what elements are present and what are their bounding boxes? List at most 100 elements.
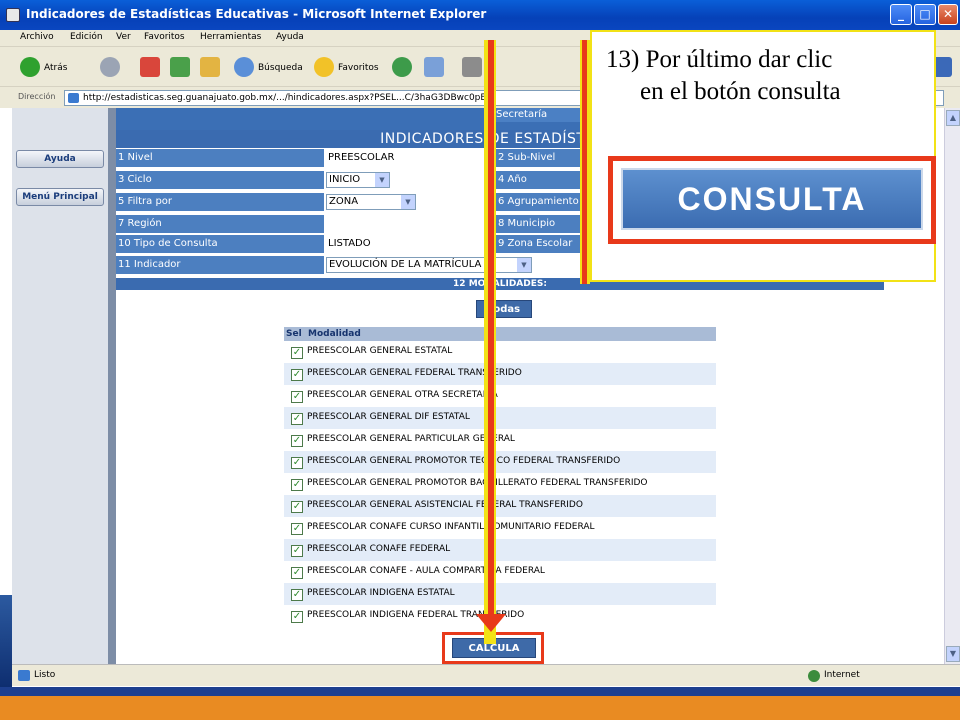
- menu-herramientas[interactable]: Herramientas: [200, 32, 261, 42]
- search-icon[interactable]: [234, 57, 254, 77]
- municipio-label: 8 Municipio: [494, 215, 584, 233]
- modalidades-table-header: Sel Modalidad: [284, 327, 716, 341]
- table-row: ✓ PREESCOLAR GENERAL PROMOTOR BACHILLERAT…: [284, 473, 716, 495]
- secretaria-label: Secretaría: [492, 108, 582, 122]
- menu-ayuda[interactable]: Ayuda: [276, 32, 304, 42]
- favorites-label[interactable]: Favoritos: [338, 63, 379, 73]
- slide-decoration: [0, 595, 12, 687]
- modalidad-name: PREESCOLAR GENERAL ESTATAL: [307, 346, 453, 356]
- checkbox[interactable]: ✓: [291, 435, 303, 447]
- modalidad-name: PREESCOLAR GENERAL ASISTENCIAL FEDERAL T…: [307, 500, 583, 510]
- ie-page-icon: [6, 8, 20, 22]
- table-row: ✓ PREESCOLAR CONAFE FEDERAL: [284, 539, 716, 561]
- checkbox[interactable]: ✓: [291, 589, 303, 601]
- close-button[interactable]: ✕: [938, 4, 958, 25]
- history-icon[interactable]: [392, 57, 412, 77]
- window-title: Indicadores de Estadísticas Educativas -…: [26, 7, 487, 21]
- nivel-value: PREESCOLAR: [326, 149, 492, 167]
- maximize-button[interactable]: □: [914, 4, 936, 25]
- scroll-down-arrow-icon[interactable]: ▼: [946, 646, 960, 662]
- address-label: Dirección: [18, 92, 56, 101]
- left-nav: Ayuda Menú Principal: [12, 108, 108, 664]
- back-label[interactable]: Atrás: [44, 63, 67, 73]
- stop-icon[interactable]: [140, 57, 160, 77]
- instruction-line-2: en el botón consulta: [640, 78, 841, 105]
- mail-icon[interactable]: [424, 57, 444, 77]
- help-button[interactable]: Ayuda: [16, 150, 104, 168]
- ciclo-value: INICIO: [329, 174, 361, 185]
- refresh-icon[interactable]: [170, 57, 190, 77]
- filtra-label: 5 Filtra por: [116, 193, 324, 211]
- menu-edicion[interactable]: Edición: [70, 32, 103, 42]
- checkbox[interactable]: ✓: [291, 523, 303, 535]
- ciclo-select[interactable]: INICIO ▼: [326, 172, 390, 188]
- minimize-button[interactable]: _: [890, 4, 912, 25]
- checkbox[interactable]: ✓: [291, 501, 303, 513]
- forward-arrow-icon[interactable]: [100, 57, 120, 77]
- scroll-up-arrow-icon[interactable]: ▲: [946, 110, 960, 126]
- security-zone: Internet: [824, 670, 860, 680]
- checkbox[interactable]: ✓: [291, 611, 303, 623]
- table-row: ✓ PREESCOLAR GENERAL PROMOTOR TECNICO FED…: [284, 451, 716, 473]
- table-row: ✓ PREESCOLAR GENERAL DIF ESTATAL: [284, 407, 716, 429]
- home-icon[interactable]: [200, 57, 220, 77]
- vertical-scrollbar[interactable]: ▲ ▼: [944, 108, 960, 664]
- table-row: ✓ PREESCOLAR GENERAL ESTATAL: [284, 341, 716, 363]
- tipo-consulta-label: 10 Tipo de Consulta: [116, 235, 324, 253]
- modalidad-column-header: Modalidad: [308, 329, 361, 339]
- table-row: ✓ PREESCOLAR GENERAL OTRA SECRETARIA: [284, 385, 716, 407]
- print-icon[interactable]: [462, 57, 482, 77]
- modalidad-name: PREESCOLAR INDIGENA ESTATAL: [307, 588, 455, 598]
- checkbox[interactable]: ✓: [291, 479, 303, 491]
- subnivel-label: 2 Sub-Nivel: [494, 149, 584, 167]
- checkbox[interactable]: ✓: [291, 391, 303, 403]
- filtra-select[interactable]: ZONA ▼: [326, 194, 416, 210]
- agrupamiento-label: 6 Agrupamiento: [494, 193, 584, 211]
- sel-column-header: Sel: [286, 329, 302, 339]
- table-row: ✓ PREESCOLAR GENERAL FEDERAL TRANSFERIDO: [284, 363, 716, 385]
- address-url: http://estadisticas.seg.guanajuato.gob.m…: [83, 93, 492, 103]
- status-text: Listo: [34, 670, 56, 680]
- indicador-select[interactable]: EVOLUCIÓN DE LA MATRÍCULA ▼: [326, 257, 532, 273]
- modalidad-name: PREESCOLAR CONAFE CURSO INFANTIL COMUNIT…: [307, 522, 595, 532]
- slide-stripe: [0, 696, 960, 720]
- slide-footer: [0, 687, 960, 720]
- instruction-text: 13) Por último dar clic en el botón cons…: [606, 44, 926, 108]
- instruction-callout: 13) Por último dar clic en el botón cons…: [590, 30, 936, 282]
- table-row: ✓ PREESCOLAR CONAFE CURSO INFANTIL COMUNI…: [284, 517, 716, 539]
- checkbox[interactable]: ✓: [291, 369, 303, 381]
- checkbox[interactable]: ✓: [291, 347, 303, 359]
- modalidad-name: PREESCOLAR GENERAL PROMOTOR TECNICO FEDE…: [307, 456, 621, 466]
- search-label[interactable]: Búsqueda: [258, 63, 303, 73]
- arrow-line: [582, 40, 587, 284]
- main-menu-button[interactable]: Menú Principal: [16, 188, 104, 206]
- menu-favoritos[interactable]: Favoritos: [144, 32, 185, 42]
- checkbox[interactable]: ✓: [291, 457, 303, 469]
- table-row: ✓ PREESCOLAR GENERAL ASISTENCIAL FEDERAL …: [284, 495, 716, 517]
- page-icon: [68, 93, 79, 103]
- arrow-line: [488, 40, 494, 620]
- modalidad-name: PREESCOLAR CONAFE FEDERAL: [307, 544, 451, 554]
- favorites-star-icon[interactable]: [314, 57, 334, 77]
- status-bar: Listo Internet: [12, 664, 960, 686]
- menu-archivo[interactable]: Archivo: [20, 32, 54, 42]
- modalidad-name: PREESCOLAR GENERAL DIF ESTATAL: [307, 412, 470, 422]
- modalidad-name: PREESCOLAR CONAFE - AULA COMPARTIDA FEDE…: [307, 566, 545, 576]
- indicador-value: EVOLUCIÓN DE LA MATRÍCULA: [329, 259, 482, 270]
- chevron-down-icon: ▼: [401, 195, 415, 209]
- consulta-button[interactable]: CONSULTA: [621, 168, 923, 230]
- checkbox[interactable]: ✓: [291, 545, 303, 557]
- checkbox[interactable]: ✓: [291, 413, 303, 425]
- globe-icon: [808, 670, 820, 682]
- filtra-value: ZONA: [329, 196, 359, 207]
- ciclo-label: 3 Ciclo: [116, 171, 324, 189]
- table-row: ✓ PREESCOLAR GENERAL PARTICULAR GENERAL: [284, 429, 716, 451]
- chevron-down-icon: ▼: [517, 258, 531, 272]
- region-label: 7 Región: [116, 215, 324, 233]
- back-arrow-icon[interactable]: [20, 57, 40, 77]
- checkbox[interactable]: ✓: [291, 567, 303, 579]
- menu-ver[interactable]: Ver: [116, 32, 131, 42]
- nav-divider: [108, 108, 116, 664]
- chevron-down-icon: ▼: [375, 173, 389, 187]
- modalidad-name: PREESCOLAR GENERAL PROMOTOR BACHILLERATO…: [307, 478, 648, 488]
